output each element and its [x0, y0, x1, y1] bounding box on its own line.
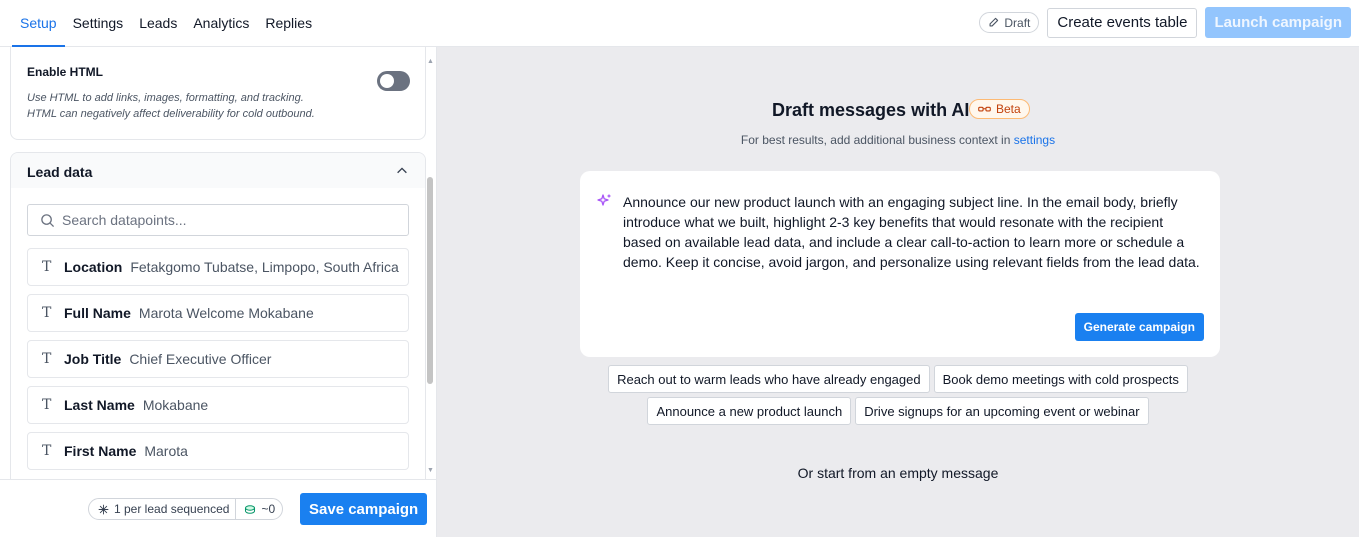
- datapoint-search: [27, 204, 409, 236]
- enable-html-desc-line1: Use HTML to add links, images, formattin…: [27, 92, 304, 104]
- lead-data-header[interactable]: Lead data: [11, 153, 425, 188]
- glasses-icon: [978, 106, 991, 111]
- datapoint-value: Marota: [144, 443, 188, 459]
- sequence-label: 1 per lead sequenced: [114, 502, 230, 516]
- datapoint-key: First Name: [64, 443, 137, 459]
- ai-sparkle-icon: [597, 194, 611, 206]
- draft-label: Draft: [1004, 15, 1031, 30]
- suggestion-row-2: Announce a new product launch Drive sign…: [437, 397, 1359, 425]
- enable-html-description: Use HTML to add links, images, formattin…: [27, 90, 357, 122]
- datapoint-last-name[interactable]: T Last Name Mokabane: [27, 386, 409, 424]
- datapoint-list: T Location Fetakgomo Tubatse, Limpopo, S…: [27, 248, 409, 478]
- datapoint-key: Last Name: [64, 397, 135, 413]
- draft-status-badge[interactable]: Draft: [979, 12, 1040, 33]
- pencil-icon: [989, 17, 999, 27]
- tab-settings[interactable]: Settings: [65, 0, 132, 46]
- credits-segment: ~0: [236, 499, 282, 519]
- suggestion-chips: Reach out to warm leads who have already…: [437, 365, 1359, 429]
- datapoint-key: Job Title: [64, 351, 122, 367]
- datapoint-job-title[interactable]: T Job Title Chief Executive Officer: [27, 340, 409, 378]
- scroll-down-arrow-icon[interactable]: ▼: [427, 467, 434, 474]
- enable-html-toggle[interactable]: [377, 71, 410, 91]
- sequence-segment: 1 per lead sequenced: [89, 499, 237, 519]
- left-panel: Enable HTML Use HTML to add links, image…: [0, 47, 437, 537]
- coins-icon: [245, 504, 256, 514]
- ai-prompt-textarea[interactable]: Announce our new product launch with an …: [623, 192, 1203, 272]
- beta-label: Beta: [996, 102, 1021, 116]
- ai-hint-text: For best results, add additional busines…: [740, 133, 1011, 147]
- scroll-up-arrow-icon[interactable]: ▲: [427, 58, 434, 65]
- ai-draft-panel: Draft messages with AI Beta For best res…: [437, 47, 1359, 537]
- top-bar: Setup Settings Leads Analytics Replies D…: [0, 0, 1359, 47]
- datapoint-value: Fetakgomo Tubatse, Limpopo, South Africa: [130, 259, 399, 275]
- tab-leads[interactable]: Leads: [131, 0, 185, 46]
- datapoint-location[interactable]: T Location Fetakgomo Tubatse, Limpopo, S…: [27, 248, 409, 286]
- datapoint-key: Location: [64, 259, 123, 275]
- search-icon: [41, 214, 55, 228]
- ai-draft-title: Draft messages with AI: [772, 100, 970, 120]
- datapoint-value: Chief Executive Officer: [129, 351, 272, 367]
- suggestion-event-signups[interactable]: Drive signups for an upcoming event or w…: [855, 397, 1149, 425]
- credits-label: ~0: [261, 502, 276, 516]
- search-datapoints-input[interactable]: [62, 205, 402, 235]
- datapoint-first-name[interactable]: T First Name Marota: [27, 432, 409, 470]
- generate-campaign-button[interactable]: Generate campaign: [1074, 313, 1204, 341]
- toggle-knob: [380, 74, 394, 88]
- ai-hint: For best results, add additional busines…: [437, 133, 1359, 147]
- ai-prompt-card: Announce our new product launch with an …: [580, 171, 1220, 357]
- sparkle-icon: [98, 504, 109, 514]
- lead-data-title: Lead data: [27, 164, 93, 180]
- suggestion-product-launch[interactable]: Announce a new product launch: [647, 397, 852, 425]
- create-events-table-button[interactable]: Create events table: [1047, 7, 1198, 38]
- text-type-icon: T: [42, 305, 52, 321]
- enable-html-title: Enable HTML: [27, 65, 104, 79]
- text-type-icon: T: [42, 397, 52, 413]
- settings-link[interactable]: settings: [1014, 133, 1055, 147]
- launch-campaign-button[interactable]: Launch campaign: [1205, 7, 1351, 38]
- datapoint-value: Marota Welcome Mokabane: [138, 305, 314, 321]
- tab-setup[interactable]: Setup: [12, 0, 65, 47]
- datapoint-value: Mokabane: [142, 397, 209, 413]
- left-footer: 1 per lead sequenced ~0 Save campaign: [0, 479, 436, 537]
- left-panel-scrollbar[interactable]: [427, 177, 433, 384]
- text-type-icon: T: [42, 443, 52, 459]
- datapoint-key: Full Name: [64, 305, 131, 321]
- chevron-up-icon[interactable]: [395, 164, 409, 178]
- lead-data-card: Lead data T Location Fetakgomo Tubatse, …: [10, 152, 426, 492]
- tab-analytics[interactable]: Analytics: [185, 0, 257, 46]
- start-empty-message-link[interactable]: Or start from an empty message: [437, 465, 1359, 481]
- campaign-tabs: Setup Settings Leads Analytics Replies: [12, 0, 320, 47]
- save-campaign-button[interactable]: Save campaign: [300, 493, 428, 525]
- suggestion-row-1: Reach out to warm leads who have already…: [437, 365, 1359, 393]
- enable-html-card: Enable HTML Use HTML to add links, image…: [10, 47, 426, 140]
- beta-badge: Beta: [969, 99, 1030, 119]
- text-type-icon: T: [42, 351, 52, 367]
- text-type-icon: T: [42, 259, 52, 275]
- top-actions: Draft Create events table Launch campaig…: [979, 7, 1351, 38]
- enable-html-desc-line2: HTML can negatively affect deliverabilit…: [27, 108, 315, 120]
- sequence-info-pill: 1 per lead sequenced ~0: [88, 498, 284, 520]
- suggestion-warm-leads[interactable]: Reach out to warm leads who have already…: [608, 365, 930, 393]
- suggestion-demo-meetings[interactable]: Book demo meetings with cold prospects: [933, 365, 1188, 393]
- datapoint-full-name[interactable]: T Full Name Marota Welcome Mokabane: [27, 294, 409, 332]
- tab-replies[interactable]: Replies: [257, 0, 320, 46]
